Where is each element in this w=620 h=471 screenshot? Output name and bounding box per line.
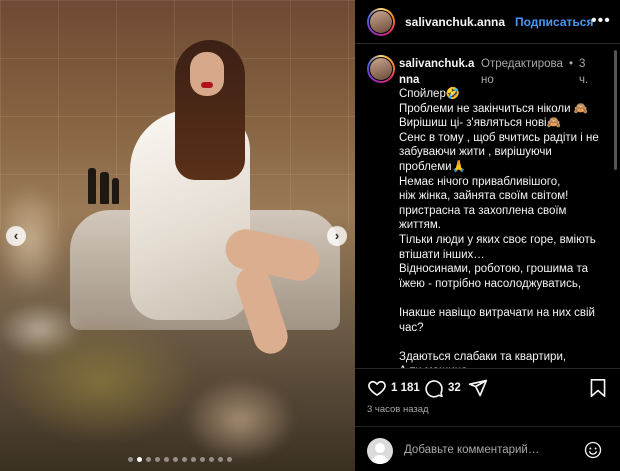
follow-button[interactable]: Подписаться	[515, 15, 593, 29]
caption-area[interactable]: salivanchuk.anna Отредактировано • 3 ч. …	[355, 45, 620, 368]
caption-line: забуваючи жити , вирішуючи	[399, 146, 552, 159]
more-options-icon[interactable]: •••	[591, 12, 611, 30]
carousel-dot	[155, 457, 160, 462]
carousel-dot	[137, 457, 142, 462]
caption-line: ніж жінка, зайнята своїм світом!	[399, 190, 569, 203]
smiley-icon[interactable]	[584, 441, 602, 459]
comments-count[interactable]: 32	[448, 382, 461, 394]
post-media[interactable]: ‹ ›	[0, 0, 355, 471]
action-bar: 1 181 32 3 часов назад	[355, 368, 620, 426]
caption-line: Відносинами, роботою, грошима та	[399, 263, 589, 276]
caption-line: Тільки люди у яких своє горе, вміють	[399, 233, 596, 246]
caption-text: Спойлер🤣 Проблеми не закінчиться ніколи 🙈…	[399, 87, 611, 368]
like-button[interactable]: 1 181	[367, 378, 420, 398]
caption-line: Проблеми не закінчиться ніколи 🙈	[399, 102, 589, 115]
likes-count[interactable]: 1 181	[391, 382, 420, 394]
caption-line: пристрасна та захоплена своїм	[399, 204, 567, 217]
share-button[interactable]	[468, 378, 488, 398]
caption-line: час?	[399, 321, 424, 334]
foreground-flowers	[0, 300, 355, 471]
lips	[201, 82, 213, 88]
post-sidebar: salivanchuk.anna Подписаться ••• salivan…	[355, 0, 620, 471]
caption-line: їжею - потрібно насолоджуватись,	[399, 277, 582, 290]
caption-line: Вирішиш ці- з'являться нові🙈	[399, 117, 561, 130]
avatar[interactable]	[367, 7, 395, 36]
comment-button[interactable]: 32	[424, 378, 461, 398]
edited-label: Отредактировано	[481, 58, 563, 86]
carousel-dot	[227, 457, 232, 462]
caption-line: проблеми🙏	[399, 160, 466, 173]
face	[190, 52, 224, 96]
carousel-dot	[191, 457, 196, 462]
carousel-dot	[218, 457, 223, 462]
carousel-dot	[182, 457, 187, 462]
caption-line: Здаються слабаки та квартири,	[399, 350, 567, 363]
current-user-avatar	[367, 438, 393, 464]
bottle	[100, 172, 109, 204]
caption-line: Спойлер🤣	[399, 88, 461, 100]
save-button[interactable]	[589, 378, 607, 398]
caption-line: життям.	[399, 219, 441, 232]
caption-line	[399, 291, 611, 306]
separator: •	[569, 58, 574, 70]
carousel-dot	[173, 457, 178, 462]
post-time: 3 ч.	[579, 58, 589, 86]
carousel-dot	[164, 457, 169, 462]
caption-username[interactable]: salivanchuk.anna	[399, 56, 475, 88]
post-header: salivanchuk.anna Подписаться •••	[355, 0, 620, 44]
carousel-dot	[128, 457, 133, 462]
caption-line: Немає нічого привабливішого,	[399, 175, 561, 188]
caption-line	[399, 335, 611, 350]
bookmark-icon	[590, 379, 606, 397]
carousel-indicator	[128, 457, 232, 462]
heart-icon	[368, 380, 386, 396]
comment-bubble-icon	[425, 380, 443, 398]
caption-line: втішати інших…	[399, 248, 485, 261]
avatar[interactable]	[367, 55, 395, 83]
carousel-dot	[200, 457, 205, 462]
author-username[interactable]: salivanchuk.anna	[405, 15, 505, 29]
chevron-left-icon[interactable]: ‹	[6, 226, 26, 246]
carousel-dot	[209, 457, 214, 462]
comment-composer	[355, 426, 620, 471]
caption-line: Сенс в тому , щоб вчитись радіти і не	[399, 131, 599, 144]
post-timestamp[interactable]: 3 часов назад	[367, 404, 429, 415]
comment-input[interactable]	[404, 441, 574, 459]
bottle	[112, 178, 119, 204]
chevron-right-icon[interactable]: ›	[327, 226, 347, 246]
caption-line: Інакше навіщо витрачати на них свій	[399, 306, 595, 319]
scrollbar[interactable]	[614, 50, 617, 170]
paper-plane-icon	[468, 379, 488, 397]
carousel-dot	[146, 457, 151, 462]
